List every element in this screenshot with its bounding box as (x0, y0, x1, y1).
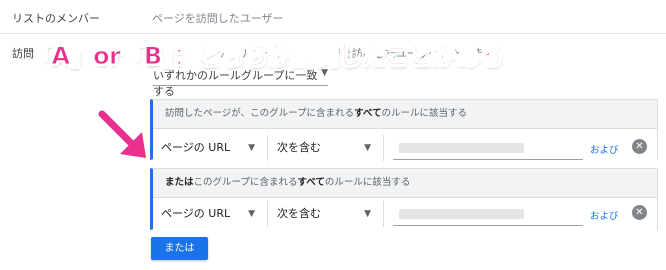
list-members-value: ページを訪問したユーザー (152, 12, 284, 25)
rule-group-card-1: 訪問したページが、このグループに含まれるすべてのルールに該当する ページの UR… (150, 99, 658, 167)
header-text: 訪問したページが、このグループに含まれる (165, 108, 355, 119)
rule-group-header: 訪問したページが、このグループに含まれるすべてのルールに該当する (153, 100, 657, 129)
separator (267, 201, 268, 227)
separator (383, 135, 384, 161)
operator-select[interactable]: 次を含む ▼ (273, 203, 377, 225)
pointer-arrow-icon (98, 110, 146, 158)
header-bold-text: すべて (297, 177, 325, 188)
and-link[interactable]: および (590, 142, 619, 156)
list-members-label: リストのメンバー (12, 12, 100, 25)
rule-group-card-2: またはこのグループに含まれるすべてのルールに該当する ページの URL ▼ 次を… (150, 168, 658, 231)
dropdown-arrow-icon: ▼ (248, 143, 255, 153)
value-input[interactable] (393, 203, 583, 226)
and-link[interactable]: および (590, 208, 619, 222)
remove-rule-icon[interactable]: ✕ (632, 139, 647, 154)
redacted-value (399, 209, 524, 219)
header-bold-or-text: または (165, 177, 194, 188)
separator (267, 135, 268, 161)
divider (0, 33, 666, 34)
header-text-tail: のルールに該当する (324, 177, 411, 188)
operator-select-value: 次を含む (277, 141, 321, 154)
field-select[interactable]: ページの URL ▼ (157, 203, 261, 225)
header-text-tail: のルールに該当する (381, 108, 468, 119)
annotation-text: 「A」or「B」：どちらか訪問したことがある (27, 42, 503, 71)
rule-row: ページの URL ▼ 次を含む ▼ および ✕ (153, 129, 657, 167)
separator (383, 201, 384, 227)
field-select-value: ページの URL (161, 141, 231, 154)
header-text: このグループに含まれる (193, 177, 298, 188)
rule-row: ページの URL ▼ 次を含む ▼ および ✕ (153, 198, 657, 231)
operator-select-value: 次を含む (277, 207, 321, 220)
redacted-value (399, 143, 524, 153)
field-select-value: ページの URL (161, 207, 231, 220)
field-select[interactable]: ページの URL ▼ (157, 137, 261, 159)
rule-group-header: またはこのグループに含まれるすべてのルールに該当する (153, 169, 657, 198)
dropdown-arrow-icon: ▼ (248, 209, 255, 219)
add-or-group-button[interactable]: または (151, 237, 208, 260)
dropdown-arrow-icon: ▼ (364, 209, 371, 219)
rule-group-match-value: いずれかのルールグループに一致する (153, 69, 318, 98)
operator-select[interactable]: 次を含む ▼ (273, 137, 377, 159)
remove-rule-icon[interactable]: ✕ (632, 205, 647, 220)
value-input[interactable] (393, 137, 583, 160)
dropdown-arrow-icon: ▼ (364, 143, 371, 153)
header-bold-text: すべて (354, 108, 382, 119)
